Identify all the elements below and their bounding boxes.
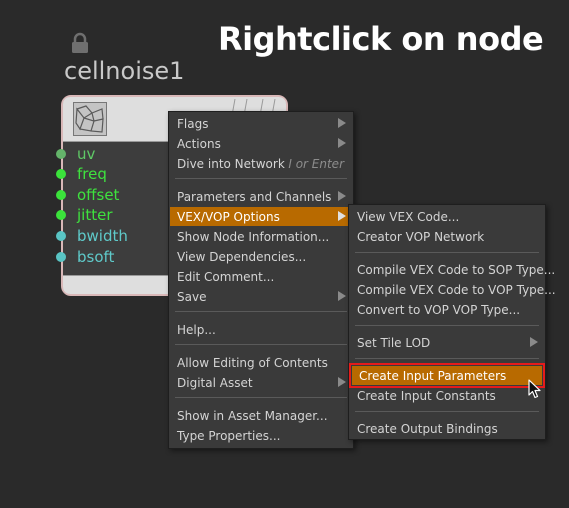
menu-item-label: Create Input Constants: [357, 388, 496, 403]
submenu-arrow-icon: [338, 211, 346, 221]
menu-item-show-asset-manager[interactable]: Show in Asset Manager...: [170, 406, 352, 425]
cellnoise-thumbnail-icon: [73, 102, 107, 136]
menu-separator: [355, 325, 539, 326]
port-label: bsoft: [77, 248, 115, 266]
menu-item-digital-asset[interactable]: Digital Asset: [170, 373, 352, 392]
port-offset[interactable]: offset: [56, 185, 119, 205]
menu-separator: [355, 252, 539, 253]
lock-icon[interactable]: [69, 32, 91, 54]
port-dot[interactable]: [56, 190, 66, 200]
menu-item-parameters-channels[interactable]: Parameters and Channels: [170, 187, 352, 206]
submenu-arrow-icon: [530, 337, 538, 347]
menu-item-compile-vop[interactable]: Compile VEX Code to VOP Type...: [350, 280, 556, 299]
menu-item-edit-comment[interactable]: Edit Comment...: [170, 267, 352, 286]
port-dot[interactable]: [56, 149, 66, 159]
menu-separator: [175, 397, 347, 398]
port-jitter[interactable]: jitter: [56, 205, 113, 225]
port-label: bwidth: [77, 227, 128, 245]
port-dot[interactable]: [56, 169, 66, 179]
menu-item-label: Show Node Information...: [177, 229, 330, 244]
menu-item-type-properties[interactable]: Type Properties...: [170, 426, 352, 445]
menu-separator: [355, 358, 539, 359]
port-dot[interactable]: [56, 231, 66, 241]
submenu-arrow-icon: [338, 191, 346, 201]
menu-item-label: Save: [177, 289, 207, 304]
menu-item-label: Convert to VOP VOP Type...: [357, 302, 521, 317]
menu-item-label: Type Properties...: [177, 428, 281, 443]
menu-item-allow-editing[interactable]: Allow Editing of Contents: [170, 353, 352, 372]
menu-item-compile-sop[interactable]: Compile VEX Code to SOP Type...: [350, 260, 555, 279]
menu-item-show-node-info[interactable]: Show Node Information...: [170, 227, 352, 246]
menu-item-set-tile-lod[interactable]: Set Tile LOD: [350, 333, 544, 352]
menu-item-label: Create Output Bindings: [357, 421, 498, 436]
menu-item-label: Compile VEX Code to SOP Type...: [357, 262, 556, 277]
port-bwidth[interactable]: bwidth: [56, 226, 128, 246]
menu-item-actions[interactable]: Actions: [170, 134, 352, 153]
menu-item-label: Creator VOP Network: [357, 229, 485, 244]
menu-item-label: Create Input Parameters: [359, 368, 507, 383]
menu-item-label: Dive into Network: [177, 156, 285, 171]
headline: Rightclick on node: [218, 20, 544, 58]
menu-item-flags[interactable]: Flags: [170, 114, 352, 133]
port-uv[interactable]: uv: [56, 144, 95, 164]
node-title[interactable]: cellnoise1: [64, 57, 184, 85]
submenu-arrow-icon: [338, 291, 346, 301]
port-dot[interactable]: [56, 252, 66, 262]
menu-item-save[interactable]: Save: [170, 287, 352, 306]
menu-item-label: View VEX Code...: [357, 209, 460, 224]
menu-item-create-input-parameters[interactable]: Create Input Parameters: [349, 363, 545, 388]
menu-separator: [175, 178, 347, 179]
menu-item-label: Flags: [177, 116, 209, 131]
menu-item-view-dependencies[interactable]: View Dependencies...: [170, 247, 352, 266]
menu-item-label: Allow Editing of Contents: [177, 355, 328, 370]
port-bsoft[interactable]: bsoft: [56, 247, 114, 267]
submenu-arrow-icon: [338, 377, 346, 387]
submenu-arrow-icon: [338, 118, 346, 128]
menu-item-creator-vop-network[interactable]: Creator VOP Network: [350, 227, 544, 246]
shortcut-label: I or Enter: [288, 156, 344, 171]
port-label: uv: [77, 145, 96, 163]
port-label: offset: [77, 186, 120, 204]
menu-item-create-output-bindings[interactable]: Create Output Bindings: [350, 419, 544, 438]
menu-item-convert-vop[interactable]: Convert to VOP VOP Type...: [350, 300, 544, 319]
menu-separator: [355, 411, 539, 412]
menu-item-label: Help...: [177, 322, 216, 337]
menu-item-label: Compile VEX Code to VOP Type...: [357, 282, 556, 297]
menu-item-label: Digital Asset: [177, 375, 253, 390]
submenu-arrow-icon: [338, 138, 346, 148]
menu-item-view-vex-code[interactable]: View VEX Code...: [350, 207, 544, 226]
mouse-cursor-icon: [528, 379, 541, 399]
menu-item-label: Actions: [177, 136, 221, 151]
menu-item-vex-vop-options[interactable]: VEX/VOP Options: [170, 207, 352, 226]
menu-item-create-input-constants[interactable]: Create Input Constants: [350, 386, 544, 405]
menu-item-label: Show in Asset Manager...: [177, 408, 328, 423]
menu-item-help[interactable]: Help...: [170, 320, 352, 339]
vex-vop-submenu: View VEX Code... Creator VOP Network Com…: [348, 204, 556, 440]
menu-separator: [175, 311, 347, 312]
menu-item-dive[interactable]: Dive into Network I or Enter: [170, 154, 352, 173]
menu-item-label: Parameters and Channels: [177, 189, 332, 204]
port-freq[interactable]: freq: [56, 164, 107, 184]
port-label: jitter: [77, 206, 113, 224]
port-label: freq: [77, 165, 107, 183]
menu-item-label: Set Tile LOD: [357, 335, 431, 350]
port-dot[interactable]: [56, 210, 66, 220]
menu-item-label: View Dependencies...: [177, 249, 307, 264]
menu-item-label: VEX/VOP Options: [177, 209, 280, 224]
menu-item-label: Edit Comment...: [177, 269, 275, 284]
menu-separator: [175, 344, 347, 345]
context-menu: Flags Actions Dive into Network I or Ent…: [168, 111, 354, 449]
